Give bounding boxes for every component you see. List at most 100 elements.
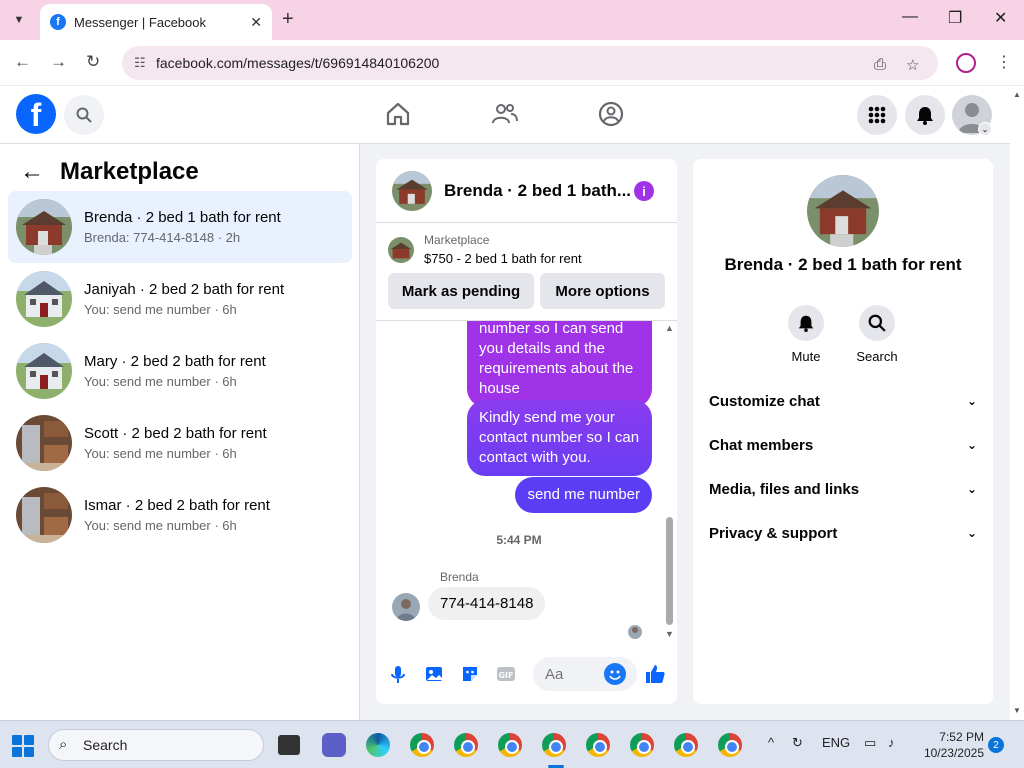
media-files-links-section[interactable]: Media, files and links ⌄ bbox=[709, 477, 977, 501]
chat-info-icon[interactable]: i bbox=[634, 181, 654, 201]
chrome-icon[interactable] bbox=[542, 733, 566, 757]
browser-tab-messenger[interactable]: f Messenger | Facebook ✕ bbox=[40, 4, 272, 40]
section-label: Media, files and links bbox=[709, 480, 860, 498]
windows-taskbar: ⌕ Search ^ ↻ ENG ▭ ♪ 7:52 PM 10/23/2025 … bbox=[0, 720, 1024, 768]
chat-members-section[interactable]: Chat members ⌄ bbox=[709, 433, 977, 457]
details-title: Brenda · 2 bed 1 bath for rent bbox=[724, 255, 962, 274]
volume-icon[interactable]: ♪ bbox=[888, 735, 895, 750]
notifications-bell-icon[interactable] bbox=[905, 95, 945, 135]
privacy-support-section[interactable]: Privacy & support ⌄ bbox=[709, 521, 977, 545]
forward-arrow-icon[interactable]: → bbox=[50, 52, 67, 72]
chrome-icon[interactable] bbox=[498, 733, 522, 757]
listing-price[interactable]: $750 - 2 bed 1 bath for rent bbox=[424, 251, 582, 266]
task-view-icon[interactable] bbox=[278, 735, 300, 755]
customize-chat-section[interactable]: Customize chat ⌄ bbox=[709, 389, 977, 413]
mark-as-pending-button[interactable]: Mark as pending bbox=[388, 273, 534, 309]
language-indicator[interactable]: ENG bbox=[822, 735, 850, 750]
search-action[interactable]: Search bbox=[847, 305, 907, 364]
url-text: facebook.com/messages/t/696914840106200 bbox=[156, 55, 440, 71]
sticker-icon[interactable] bbox=[460, 664, 480, 684]
mute-action[interactable]: Mute bbox=[776, 305, 836, 364]
facebook-logo-icon[interactable]: f bbox=[16, 94, 56, 134]
minimize-icon[interactable]: — bbox=[902, 8, 918, 26]
network-icon[interactable]: ▭ bbox=[864, 735, 876, 751]
browser-menu-icon[interactable]: ⋮ bbox=[996, 52, 1012, 72]
emoji-icon[interactable] bbox=[604, 663, 626, 685]
listing-mini-thumbnail bbox=[388, 237, 414, 263]
conversation-name: Ismar · 2 bed 2 bath for rent bbox=[84, 497, 270, 514]
conversation-item-ismar[interactable]: Ismar · 2 bed 2 bath for rent You: send … bbox=[8, 479, 352, 551]
conversation-item-scott[interactable]: Scott · 2 bed 2 bath for rent You: send … bbox=[8, 407, 352, 479]
outgoing-message[interactable]: Kindly send me your contact number so I … bbox=[467, 400, 652, 476]
teams-icon[interactable] bbox=[322, 733, 346, 757]
message-scrollbar[interactable]: ▲ ▼ bbox=[662, 321, 677, 641]
conversation-item-brenda[interactable]: Brenda · 2 bed 1 bath for rent Brenda: 7… bbox=[8, 191, 352, 263]
more-options-button[interactable]: More options bbox=[540, 273, 665, 309]
tab-search-chevron-icon[interactable]: ▼ bbox=[6, 8, 32, 32]
chrome-icon[interactable] bbox=[410, 733, 434, 757]
outgoing-message[interactable]: send me number bbox=[515, 477, 652, 513]
listing-thumbnail bbox=[16, 415, 72, 471]
chrome-icon[interactable] bbox=[454, 733, 478, 757]
chrome-icon[interactable] bbox=[718, 733, 742, 757]
outgoing-message[interactable]: number so I can send you details and the… bbox=[467, 321, 652, 407]
facebook-search-icon[interactable] bbox=[64, 95, 104, 135]
system-clock[interactable]: 7:52 PM 10/23/2025 bbox=[914, 729, 984, 761]
notification-badge[interactable]: 2 bbox=[988, 737, 1004, 753]
tab-close-icon[interactable]: ✕ bbox=[250, 14, 262, 31]
windows-start-icon[interactable] bbox=[12, 735, 34, 757]
site-info-icon[interactable]: ☷ bbox=[134, 55, 146, 71]
edge-icon[interactable] bbox=[366, 733, 390, 757]
conversation-item-janiyah[interactable]: Janiyah · 2 bed 2 bath for rent You: sen… bbox=[8, 263, 352, 335]
install-app-icon[interactable]: ⎙ bbox=[874, 56, 886, 73]
scroll-up-arrow-icon[interactable]: ▲ bbox=[1013, 90, 1021, 99]
conversation-item-mary[interactable]: Mary · 2 bed 2 bath for rent You: send m… bbox=[8, 335, 352, 407]
facebook-favicon-icon: f bbox=[50, 14, 66, 30]
scroll-down-arrow-icon[interactable]: ▼ bbox=[1013, 706, 1021, 715]
conversation-list-pane: ← Marketplace Brenda · 2 bed 1 bath for … bbox=[0, 144, 360, 720]
listing-avatar-large[interactable] bbox=[807, 175, 879, 247]
new-tab-plus-icon[interactable]: + bbox=[282, 8, 294, 31]
menu-grid-icon[interactable] bbox=[857, 95, 897, 135]
chrome-icon[interactable] bbox=[630, 733, 654, 757]
tray-chevron-up-icon[interactable]: ^ bbox=[768, 735, 774, 750]
search-icon[interactable] bbox=[859, 305, 895, 341]
address-bar[interactable]: ☷ facebook.com/messages/t/69691484010620… bbox=[122, 46, 938, 80]
microphone-icon[interactable] bbox=[388, 664, 408, 684]
chrome-icon[interactable] bbox=[586, 733, 610, 757]
listing-category: Marketplace bbox=[424, 233, 490, 247]
back-arrow-icon[interactable]: ← bbox=[14, 52, 31, 72]
page-scrollbar[interactable]: ▲ ▼ bbox=[1010, 86, 1024, 720]
taskbar-search-box[interactable]: ⌕ Search bbox=[48, 729, 264, 761]
incoming-message[interactable]: 774-414-8148 bbox=[428, 587, 546, 620]
maximize-icon[interactable]: ❐ bbox=[948, 8, 962, 28]
home-icon[interactable] bbox=[384, 100, 412, 128]
thumbs-up-icon[interactable] bbox=[644, 663, 666, 685]
reload-icon[interactable]: ↻ bbox=[86, 52, 100, 72]
conversation-name: Scott · 2 bed 2 bath for rent bbox=[84, 425, 267, 442]
back-arrow-icon[interactable]: ← bbox=[20, 158, 44, 186]
friends-icon[interactable] bbox=[491, 100, 519, 128]
chrome-icon[interactable] bbox=[674, 733, 698, 757]
browser-profile-icon[interactable] bbox=[956, 53, 976, 73]
account-chevron-down-icon[interactable]: ⌄ bbox=[978, 122, 992, 136]
chevron-down-icon: ⌄ bbox=[966, 482, 977, 496]
sync-icon[interactable]: ↻ bbox=[792, 735, 803, 751]
scrollbar-thumb[interactable] bbox=[666, 517, 673, 625]
seen-receipt-avatar bbox=[628, 625, 642, 639]
gif-icon[interactable]: GIF bbox=[496, 664, 516, 684]
sender-avatar[interactable] bbox=[392, 593, 420, 621]
bookmark-star-icon[interactable]: ☆ bbox=[906, 56, 919, 74]
chevron-down-icon: ⌄ bbox=[966, 438, 977, 452]
gallery-icon[interactable] bbox=[424, 664, 444, 684]
scroll-up-arrow-icon[interactable]: ▲ bbox=[665, 323, 674, 333]
groups-icon[interactable] bbox=[597, 100, 625, 128]
chat-header[interactable]: Brenda · 2 bed 1 bath... bbox=[376, 159, 677, 223]
message-thread[interactable]: number so I can send you details and the… bbox=[376, 321, 677, 641]
mute-bell-icon[interactable] bbox=[788, 305, 824, 341]
section-label: Privacy & support bbox=[709, 524, 838, 542]
chat-header-thumbnail bbox=[392, 170, 432, 211]
chat-pane: Brenda · 2 bed 1 bath... i Marketplace $… bbox=[376, 159, 677, 704]
close-window-icon[interactable]: ✕ bbox=[994, 8, 1007, 28]
scroll-down-arrow-icon[interactable]: ▼ bbox=[665, 629, 674, 639]
